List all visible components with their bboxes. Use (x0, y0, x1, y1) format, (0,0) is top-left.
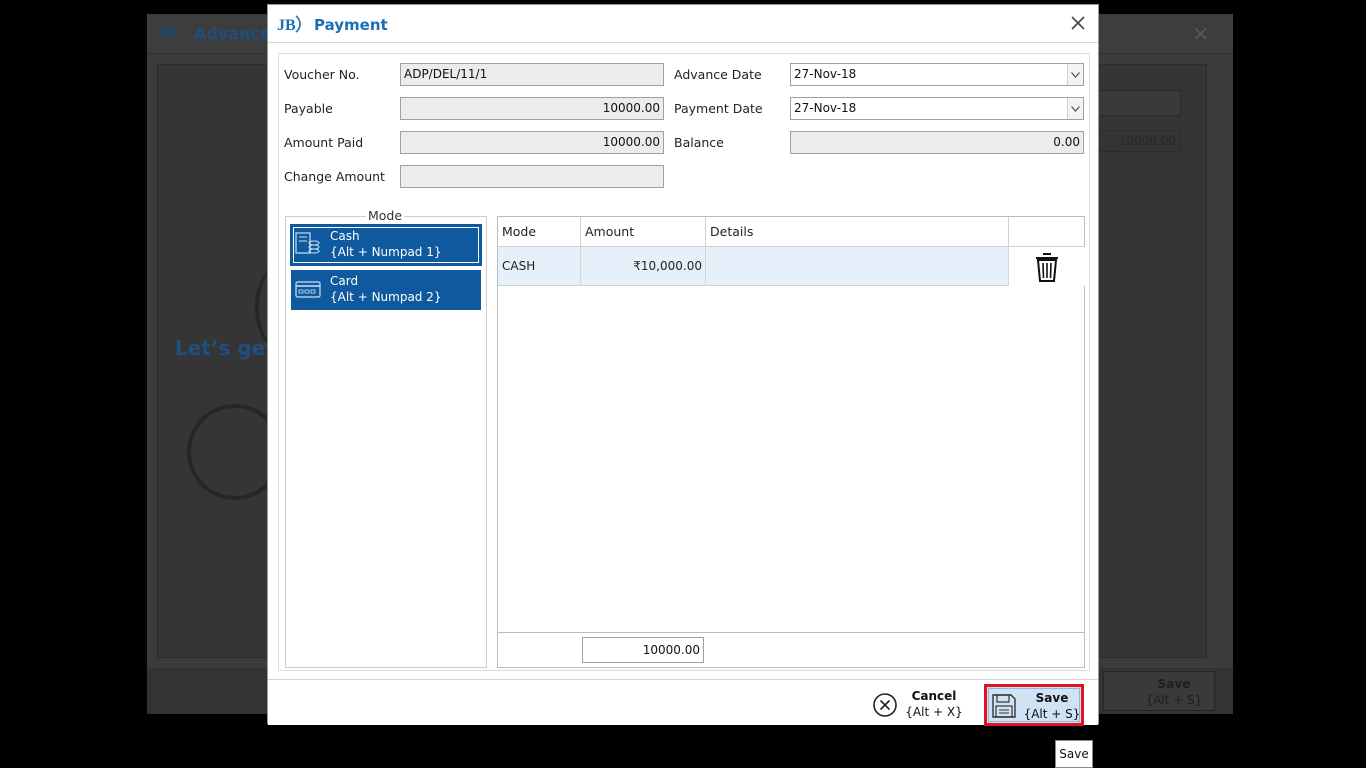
save-tooltip: Save (1055, 740, 1093, 768)
jb-logo-icon: JB (277, 15, 301, 34)
dialog-action-bar: Cancel {Alt + X} Save {Alt + S} (268, 679, 1098, 726)
mode-group: Mode Cash {Alt + Numpad 1} Card {Alt + N… (285, 208, 487, 668)
balance-label: Balance (674, 135, 724, 150)
background-close-icon: ✕ (1192, 22, 1209, 46)
card-icon (295, 281, 321, 298)
column-header-details[interactable]: Details (706, 217, 1009, 247)
dialog-titlebar: JB Payment (268, 5, 1098, 43)
cancel-circle-icon (873, 693, 897, 717)
grid-total-field: 10000.00 (582, 637, 704, 663)
background-amount-field: 10000.00 (1097, 130, 1181, 152)
payable-field[interactable]: 10000.00 (400, 97, 664, 120)
amount-paid-label: Amount Paid (284, 135, 364, 150)
row-details-cell[interactable] (706, 247, 1009, 286)
floppy-disk-icon (992, 694, 1016, 718)
grid-footer: 10000.00 (498, 632, 1084, 667)
cancel-text: Cancel {Alt + X} (904, 688, 964, 720)
grid-header: Mode Amount Details (498, 217, 1084, 247)
cancel-button[interactable]: Cancel {Alt + X} (872, 688, 964, 722)
voucher-field[interactable]: ADP/DEL/11/1 (400, 63, 664, 86)
advance-date-value: 27-Nov-18 (794, 67, 857, 81)
cash-icon (295, 232, 320, 254)
trash-icon[interactable] (1034, 251, 1060, 283)
chevron-down-icon[interactable] (1067, 98, 1083, 119)
row-amount-cell[interactable]: ₹10,000.00 (581, 247, 706, 286)
save-button[interactable]: Save {Alt + S} (984, 684, 1084, 726)
close-icon[interactable] (1068, 13, 1088, 33)
card-mode-shortcut: {Alt + Numpad 2} (330, 290, 442, 304)
cancel-label: Cancel (911, 689, 957, 703)
background-save-button: Save {Alt + S} (1103, 671, 1215, 711)
dialog-body: Voucher No. ADP/DEL/11/1 Payable 10000.0… (278, 53, 1090, 671)
table-row[interactable]: CASH ₹10,000.00 (498, 247, 1085, 286)
change-amount-field[interactable] (400, 165, 664, 188)
mode-legend: Mode (366, 208, 405, 223)
payment-date-label: Payment Date (674, 101, 763, 116)
background-save-label: Save (1157, 677, 1191, 691)
background-logo: JB (157, 24, 176, 41)
background-save-shortcut: {Alt + S} (1145, 693, 1203, 707)
amount-paid-field[interactable]: 10000.00 (400, 131, 664, 154)
payment-date-value: 27-Nov-18 (794, 101, 857, 115)
voucher-label: Voucher No. (284, 67, 360, 82)
cancel-shortcut: {Alt + X} (905, 705, 963, 719)
save-shortcut: {Alt + S} (1023, 707, 1081, 721)
dialog-title: Payment (314, 16, 388, 34)
card-mode-label: Card (330, 274, 359, 288)
chevron-down-icon[interactable] (1067, 64, 1083, 85)
card-mode-button[interactable]: Card {Alt + Numpad 2} (291, 270, 481, 310)
cash-mode-button[interactable]: Cash {Alt + Numpad 1} (291, 225, 481, 265)
payable-label: Payable (284, 101, 333, 116)
advance-date-label: Advance Date (674, 67, 762, 82)
cash-mode-label: Cash (330, 229, 360, 243)
column-header-mode[interactable]: Mode (498, 217, 581, 247)
row-mode-cell[interactable]: CASH (498, 247, 581, 286)
column-header-amount[interactable]: Amount (581, 217, 706, 247)
svg-text:JB: JB (277, 17, 296, 34)
save-text: Save {Alt + S} (1023, 690, 1081, 722)
background-field (1097, 90, 1181, 116)
payment-grid: Mode Amount Details CASH ₹10,000.00 1000… (497, 216, 1085, 668)
change-amount-label: Change Amount (284, 169, 385, 184)
save-label: Save (1035, 691, 1069, 705)
payment-dialog: JB Payment Voucher No. ADP/DEL/11/1 Paya… (267, 4, 1099, 726)
row-delete-cell[interactable] (1009, 247, 1085, 286)
advance-date-picker[interactable]: 27-Nov-18 (790, 63, 1084, 86)
balance-field[interactable]: 0.00 (790, 131, 1084, 154)
cash-mode-shortcut: {Alt + Numpad 1} (330, 245, 442, 259)
payment-date-picker[interactable]: 27-Nov-18 (790, 97, 1084, 120)
background-title: Advance (194, 24, 271, 43)
